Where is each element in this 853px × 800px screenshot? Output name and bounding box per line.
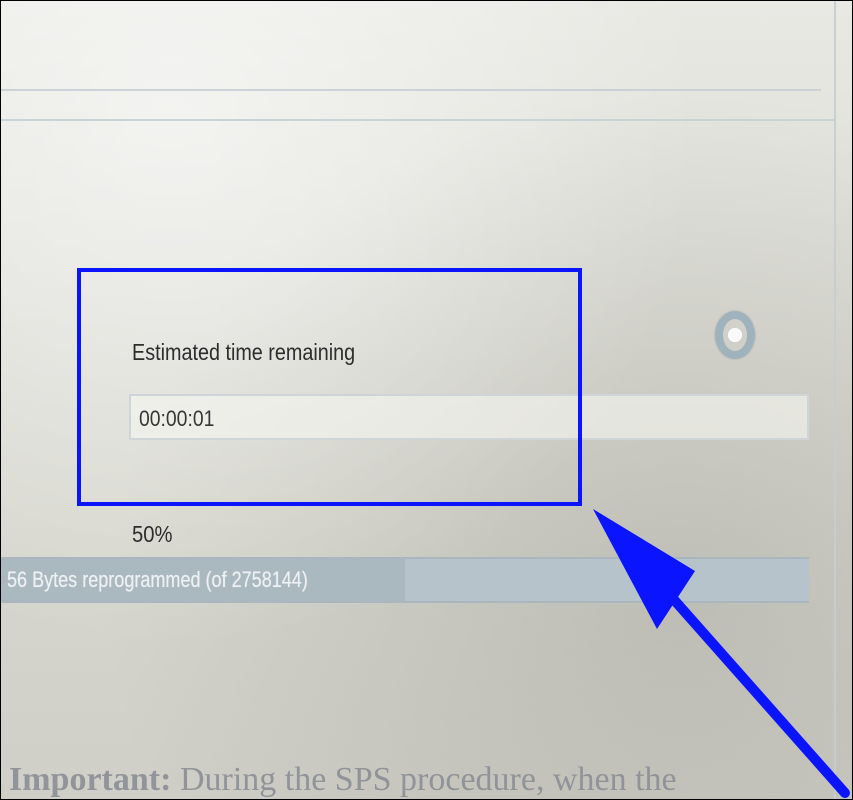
busy-indicator-icon [715,311,755,359]
progress-bytes-text: 56 Bytes reprogrammed (of 2758144) [7,567,308,592]
progress-percent: 50% [132,521,173,547]
panel-divider-top [1,89,821,91]
highlight-box [77,268,582,506]
caption-text: Important: During the SPS procedure, whe… [9,761,677,799]
caption-bold: Important: [9,761,172,798]
caption-body: During the SPS procedure, when the [171,761,677,798]
window-edge [834,1,836,799]
panel-divider-second [1,119,836,121]
progress-bar: 56 Bytes reprogrammed (of 2758144) [1,557,809,603]
photo-frame: Estimated time remaining 00:00:01 50% 56… [0,0,853,800]
